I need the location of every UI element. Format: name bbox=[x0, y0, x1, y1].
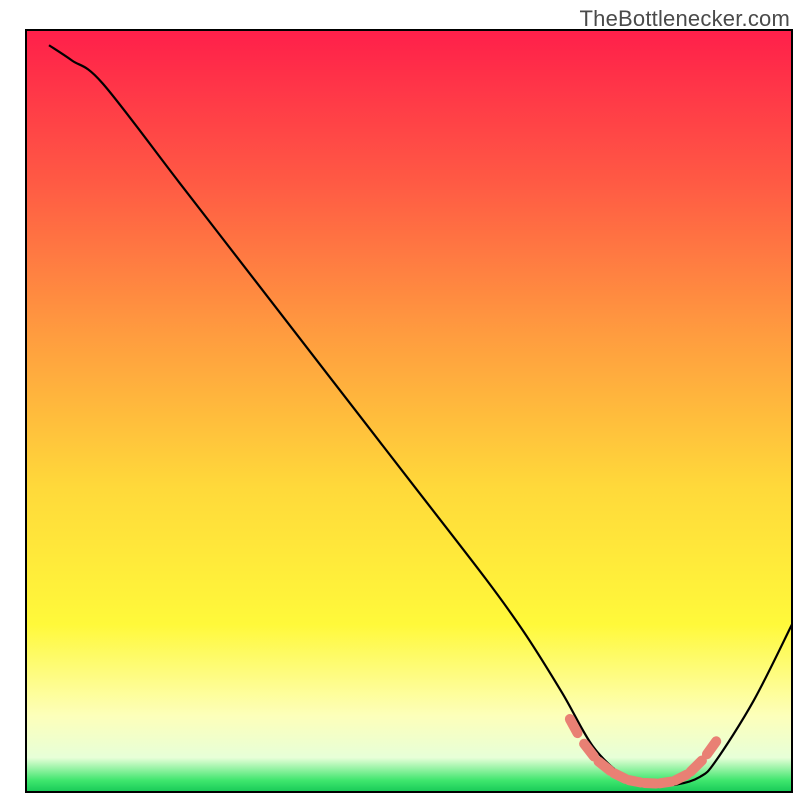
gradient-background bbox=[26, 30, 792, 792]
attribution-text: TheBottlenecker.com bbox=[580, 6, 790, 32]
bottleneck-chart: TheBottlenecker.com bbox=[0, 0, 800, 800]
highlight-bead bbox=[660, 782, 672, 784]
highlight-bead bbox=[675, 775, 687, 781]
plot-area bbox=[26, 30, 792, 792]
chart-svg bbox=[0, 0, 800, 800]
highlight-bead bbox=[644, 783, 656, 784]
highlight-bead bbox=[570, 719, 578, 733]
highlight-bead bbox=[629, 780, 641, 782]
highlight-bead bbox=[614, 773, 626, 779]
